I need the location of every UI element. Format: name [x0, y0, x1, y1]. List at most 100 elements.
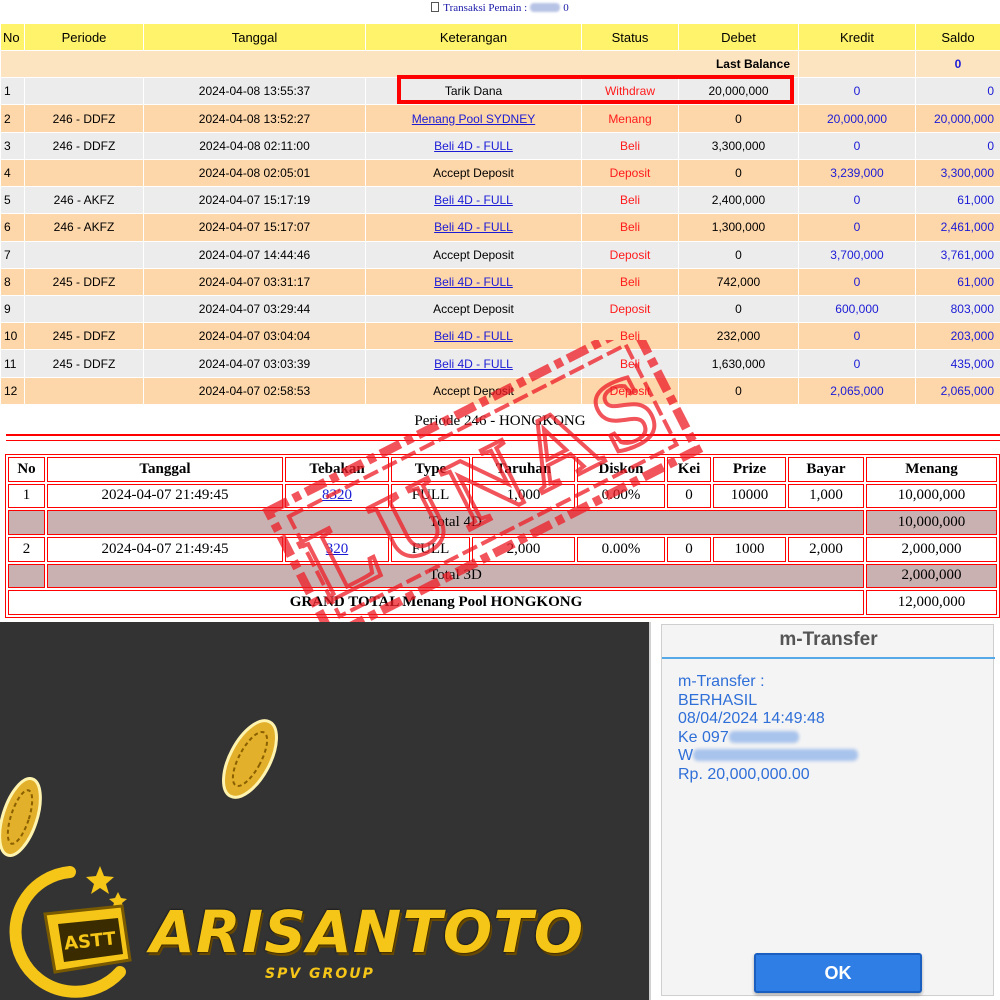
row-no: 3 — [0, 131, 25, 160]
col-header-no[interactable]: No — [0, 23, 25, 51]
transaction-row: 5 246 - AKFZ 2024-04-07 15:17:19 Beli 4D - … — [0, 186, 1000, 215]
col-header-keterangan[interactable]: Keterangan — [365, 23, 582, 51]
row-saldo: 3,761,000 — [915, 240, 1000, 269]
col-header-status[interactable]: Status — [581, 23, 679, 51]
row-tanggal: 2024-04-08 02:05:01 — [143, 158, 366, 188]
row-status: Deposit — [581, 158, 679, 188]
row-saldo: 3,300,000 — [915, 158, 1000, 188]
row-no: 1 — [0, 77, 25, 106]
col-header-saldo[interactable]: Saldo — [915, 23, 1000, 51]
bet-diskon: 0.00% — [577, 536, 665, 562]
row-tanggal: 2024-04-07 03:31:17 — [143, 267, 366, 296]
col-header-debet[interactable]: Debet — [678, 23, 799, 51]
row-keterangan: Accept Deposit — [365, 376, 582, 406]
subtotal-value: 10,000,000 — [866, 510, 997, 535]
pool-col-type: Type — [391, 457, 470, 482]
pool-col-prize: Prize — [713, 457, 786, 482]
row-no: 9 — [0, 294, 25, 324]
subtotal-row: Total 4D 10,000,000 — [8, 510, 997, 535]
row-kredit: 20,000,000 — [798, 104, 916, 133]
row-tanggal: 2024-04-08 13:52:27 — [143, 104, 366, 133]
row-kredit: 3,700,000 — [798, 240, 916, 269]
row-keterangan: Menang Pool SYDNEY — [365, 104, 582, 133]
row-kredit: 2,065,000 — [798, 376, 916, 406]
pool-bets-table: No Tanggal Tebakan Type Taruhan Diskon K… — [5, 454, 1000, 618]
col-header-tanggal[interactable]: Tanggal — [143, 23, 366, 51]
row-tanggal: 2024-04-07 03:03:39 — [143, 349, 366, 378]
row-debet: 742,000 — [678, 267, 799, 296]
row-kredit: 0 — [798, 131, 916, 160]
transaction-row: 8 245 - DDFZ 2024-04-07 03:31:17 Beli 4D - … — [0, 267, 1000, 296]
row-saldo: 0 — [915, 131, 1000, 160]
row-debet: 3,300,000 — [678, 131, 799, 160]
row-keterangan: Accept Deposit — [365, 240, 582, 269]
transaction-row: 11 245 - DDFZ 2024-04-07 03:03:39 Beli 4D -… — [0, 349, 1000, 378]
col-header-periode[interactable]: Periode — [24, 23, 144, 51]
bet-tebakan-cell: 8320 — [285, 483, 389, 509]
bet-row: 1 2024-04-07 21:49:45 8320 FULL 1,000 0.… — [8, 483, 997, 509]
transaction-row: 12 2024-04-07 02:58:53 Accept Deposit Depos… — [0, 376, 1000, 406]
bet-tanggal: 2024-04-07 21:49:45 — [47, 483, 283, 509]
col-header-kredit[interactable]: Kredit — [798, 23, 916, 51]
bet-kei: 0 — [667, 536, 711, 562]
bet-prize: 1000 — [713, 536, 786, 562]
mtransfer-account-prefix: Ke 097 — [678, 728, 729, 746]
row-saldo: 61,000 — [915, 186, 1000, 215]
bet-prize: 10000 — [713, 483, 786, 509]
row-tanggal: 2024-04-07 14:44:46 — [143, 240, 366, 269]
row-keterangan: Tarik Dana — [365, 77, 582, 106]
mtransfer-recipient-redacted — [693, 749, 859, 761]
mtransfer-recipient: W — [678, 747, 859, 766]
bet-tanggal: 2024-04-07 21:49:45 — [47, 536, 283, 562]
row-keterangan: Beli 4D - FULL — [365, 349, 582, 378]
row-keterangan: Beli 4D - FULL — [365, 131, 582, 160]
bet-row: 2 2024-04-07 21:49:45 320 FULL 2,000 0.0… — [8, 536, 997, 562]
keterangan-link[interactable]: Menang Pool SYDNEY — [412, 112, 535, 126]
row-kredit: 0 — [798, 267, 916, 296]
pool-col-menang: Menang — [866, 457, 997, 482]
last-balance-label: Last Balance — [0, 49, 799, 79]
bet-menang: 10,000,000 — [866, 483, 997, 509]
row-periode: 246 - AKFZ — [24, 213, 144, 242]
pool-col-bayar: Bayar — [788, 457, 864, 482]
bet-tebakan-link[interactable]: 320 — [326, 541, 349, 557]
row-status: Beli — [581, 131, 679, 160]
document-icon — [431, 2, 440, 12]
row-periode — [24, 294, 144, 324]
ok-button[interactable]: OK — [754, 953, 922, 993]
mtransfer-title: m-Transfer — [779, 629, 878, 650]
row-debet: 0 — [678, 376, 799, 406]
keterangan-link[interactable]: Beli 4D - FULL — [434, 357, 513, 371]
row-tanggal: 2024-04-07 03:04:04 — [143, 322, 366, 351]
row-no: 2 — [0, 104, 25, 133]
bet-tebakan-link[interactable]: 8320 — [322, 487, 352, 503]
keterangan-link[interactable]: Beli 4D - FULL — [434, 329, 513, 343]
row-debet: 1,630,000 — [678, 349, 799, 378]
periode-divider-thin — [6, 440, 1000, 441]
mtransfer-line: m-Transfer : — [678, 673, 765, 690]
subtotal-row: Total 3D 2,000,000 — [8, 563, 997, 589]
bet-no: 1 — [8, 483, 45, 509]
bet-kei: 0 — [667, 483, 711, 509]
keterangan-link[interactable]: Beli 4D - FULL — [434, 275, 513, 289]
grand-total-value: 12,000,000 — [866, 590, 997, 615]
keterangan-link[interactable]: Beli 4D - FULL — [434, 220, 513, 234]
keterangan-link[interactable]: Beli 4D - FULL — [434, 193, 513, 207]
row-keterangan: Accept Deposit — [365, 294, 582, 324]
bet-type: FULL — [391, 483, 470, 509]
bet-diskon: 0.00% — [577, 483, 665, 509]
row-tanggal: 2024-04-07 15:17:19 — [143, 186, 366, 215]
keterangan-link[interactable]: Beli 4D - FULL — [434, 139, 513, 153]
mtransfer-divider — [662, 657, 995, 659]
row-saldo: 20,000,000 — [915, 104, 1000, 133]
caption-label: Transaksi Pemain : — [443, 2, 528, 14]
row-status: Deposit — [581, 376, 679, 406]
transaction-row: 1 2024-04-08 13:55:37 Tarik Dana Withdraw 20… — [0, 77, 1000, 106]
periode-title: Periode 246 - HONGKONG — [414, 413, 586, 429]
row-status: Deposit — [581, 240, 679, 269]
transaction-row: 6 246 - AKFZ 2024-04-07 15:17:07 Beli 4D - … — [0, 213, 1000, 242]
row-kredit: 0 — [798, 322, 916, 351]
row-kredit: 0 — [798, 213, 916, 242]
transactions-header-row: No Periode Tanggal Keterangan Status Deb… — [0, 23, 1000, 51]
bet-taruhan: 1,000 — [472, 483, 575, 509]
